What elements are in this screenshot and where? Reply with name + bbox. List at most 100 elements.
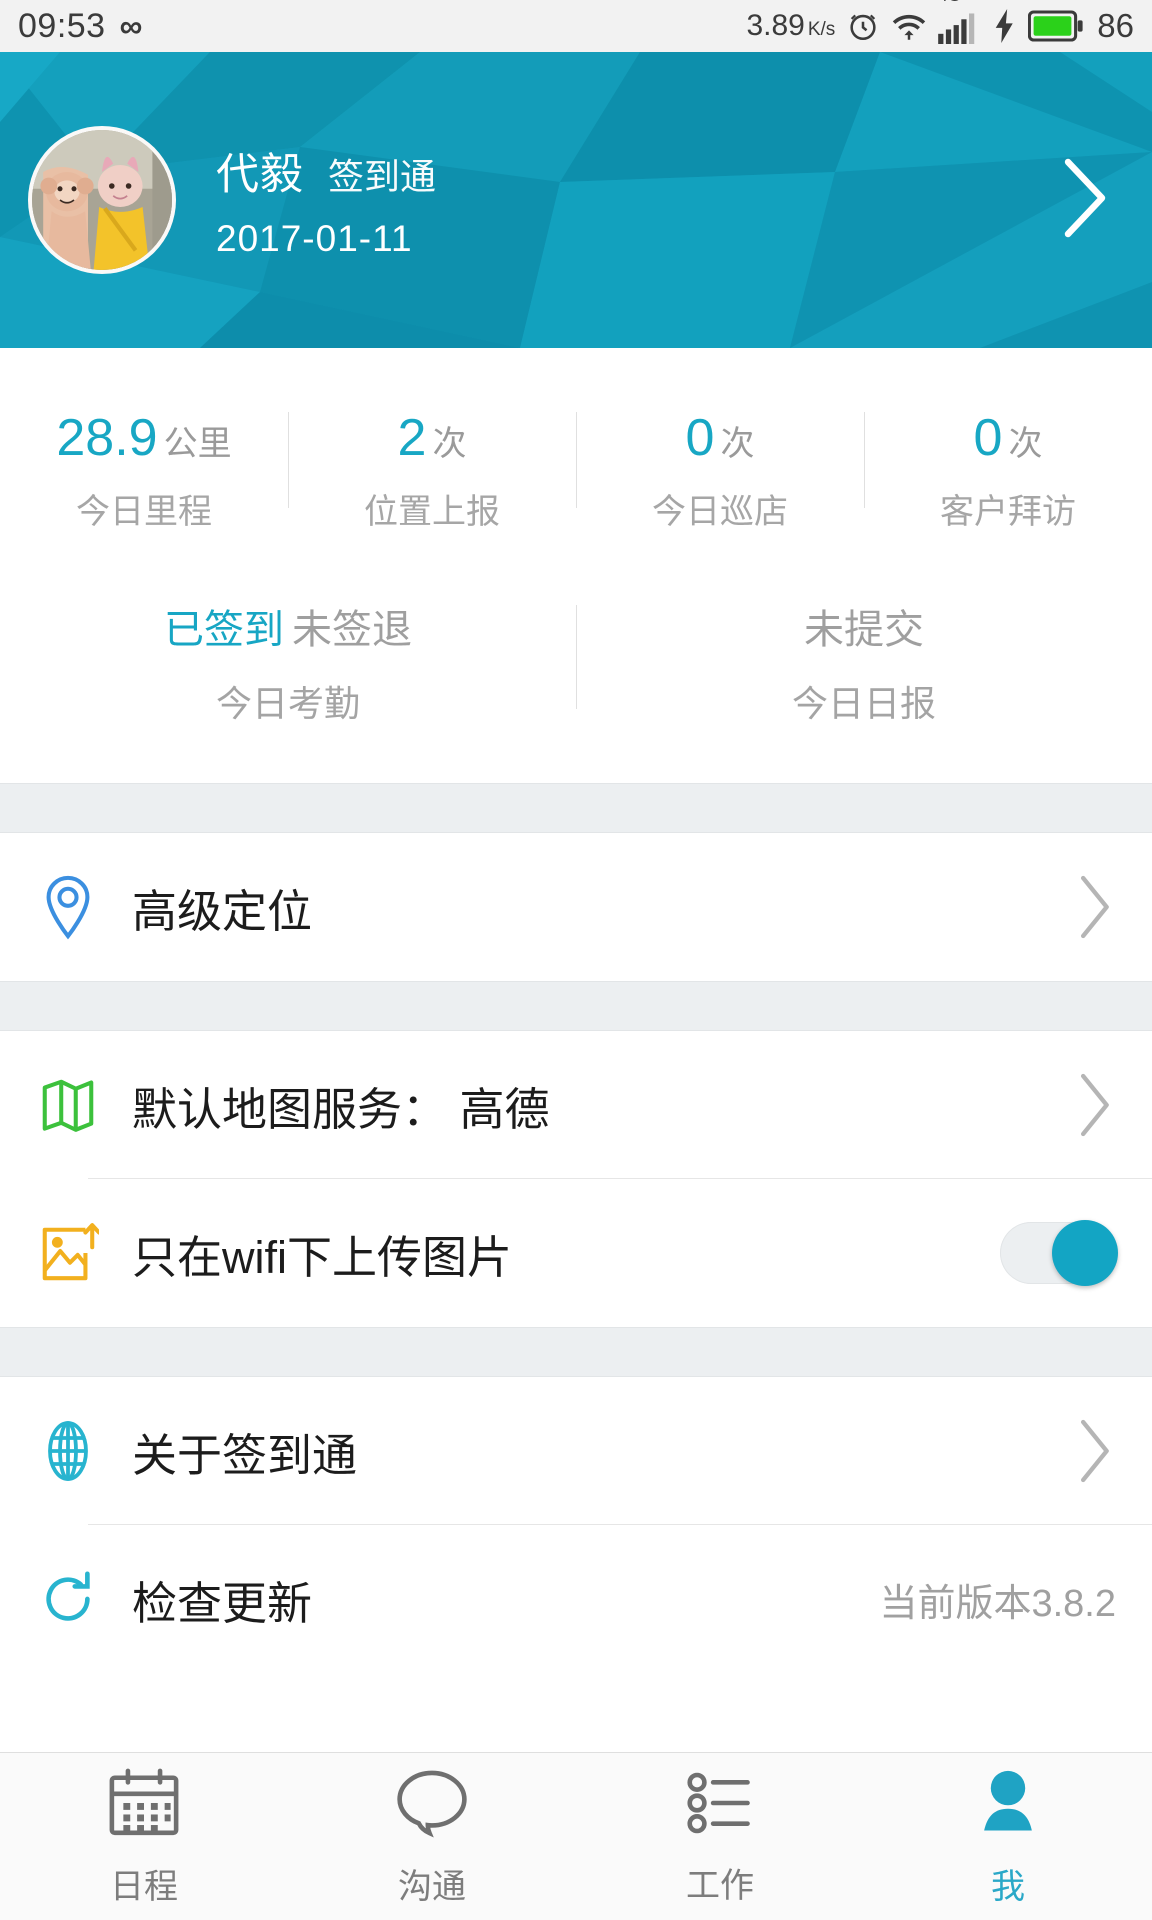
app-screen: 09:53 ∞ 3.89 K/s 4G <box>0 0 1152 1920</box>
alarm-clock-icon <box>846 9 880 43</box>
wifi-icon <box>891 10 927 42</box>
stat-item-mileage[interactable]: 28.9 公里 今日里程 <box>0 408 288 533</box>
settings-group-advanced-location: 高级定位 <box>0 833 1152 981</box>
settings-row-wifi-upload[interactable]: 只在wifi下上传图片 <box>0 1179 1152 1327</box>
attendance-item-today[interactable]: 已签到 未签退 今日考勤 <box>0 597 576 727</box>
chat-bubble-icon <box>392 1766 472 1845</box>
chevron-right-icon[interactable] <box>1072 869 1116 945</box>
battery-icon <box>1028 9 1084 43</box>
chevron-right-icon[interactable] <box>1052 148 1116 253</box>
stat-value: 0 <box>973 409 1003 467</box>
work-list-icon <box>681 1767 759 1844</box>
app-name: 签到通 <box>328 156 437 197</box>
settings-row-about[interactable]: 关于签到通 <box>0 1377 1152 1525</box>
section-divider <box>0 1327 1152 1377</box>
settings-row-default-map[interactable]: 默认地图服务： 高德 <box>0 1031 1152 1179</box>
stat-item-location-report[interactable]: 2 次 位置上报 <box>288 408 576 533</box>
stat-label: 位置上报 <box>364 493 500 531</box>
stat-value-row: 0 次 <box>864 408 1152 468</box>
signal-bars-icon: 4G <box>938 0 982 44</box>
network-speed-value: 3.89 <box>746 9 805 42</box>
image-upload-icon <box>34 1220 102 1286</box>
charging-bolt-icon <box>993 9 1017 43</box>
attendance-label: 今日考勤 <box>215 683 360 724</box>
stat-unit: 公里 <box>163 425 232 463</box>
tab-label: 沟通 <box>398 1867 466 1906</box>
stat-unit: 次 <box>720 425 755 463</box>
current-version-text: 当前版本3.8.2 <box>879 1582 1116 1625</box>
wifi-upload-toggle[interactable] <box>1000 1220 1118 1286</box>
stat-value: 2 <box>397 409 427 467</box>
stat-unit: 次 <box>1008 425 1043 463</box>
banner-text: 代毅 签到通 2017-01-11 <box>216 140 436 260</box>
report-status: 未提交 <box>804 608 924 652</box>
stat-value: 0 <box>685 409 715 467</box>
network-speed: 3.89 K/s <box>746 9 835 43</box>
banner-date: 2017-01-11 <box>216 218 413 259</box>
attendance-status-primary: 已签到 <box>164 608 284 652</box>
refresh-icon <box>34 1568 102 1630</box>
stat-label: 今日里程 <box>76 493 212 531</box>
settings-label: 默认地图服务： 高德 <box>132 1083 550 1135</box>
settings-row-right <box>1072 1067 1116 1143</box>
calendar-icon <box>105 1766 183 1845</box>
status-time: 09:53 <box>18 6 106 45</box>
tab-schedule[interactable]: 日程 <box>0 1753 288 1920</box>
avatar-image <box>32 130 172 270</box>
section-divider <box>0 783 1152 833</box>
infinity-icon: ∞ <box>119 8 143 44</box>
stat-item-store-visit[interactable]: 0 次 今日巡店 <box>576 408 864 533</box>
settings-row-right <box>1000 1220 1118 1286</box>
profile-banner[interactable]: 代毅 签到通 2017-01-11 <box>0 52 1152 348</box>
tab-me[interactable]: 我 <box>864 1753 1152 1920</box>
settings-label: 检查更新 <box>132 1577 313 1629</box>
stats-row: 28.9 公里 今日里程 2 次 位置上报 0 次 今日巡店 0 次 客户拜访 <box>0 348 1152 567</box>
battery-level: 86 <box>1097 7 1134 44</box>
settings-row-check-update[interactable]: 检查更新 当前版本3.8.2 <box>0 1525 1152 1673</box>
stat-unit: 次 <box>432 425 467 463</box>
network-speed-unit: K/s <box>807 19 836 40</box>
chevron-right-icon[interactable] <box>1072 1413 1116 1489</box>
report-label: 今日日报 <box>791 683 936 724</box>
settings-row-advanced-location[interactable]: 高级定位 <box>0 833 1152 981</box>
tab-work[interactable]: 工作 <box>576 1753 864 1920</box>
status-bar: 09:53 ∞ 3.89 K/s 4G <box>0 0 1152 52</box>
attendance-item-report[interactable]: 未提交 今日日报 <box>576 597 1152 727</box>
user-name: 代毅 <box>216 151 304 199</box>
location-pin-icon <box>34 874 102 940</box>
tab-label: 我 <box>991 1867 1025 1906</box>
settings-group-map-upload: 默认地图服务： 高德 只在wifi下上传图片 <box>0 1031 1152 1327</box>
settings-label: 只在wifi下上传图片 <box>132 1231 512 1283</box>
map-icon <box>34 1074 102 1136</box>
toggle-knob <box>1052 1220 1118 1286</box>
status-bar-right: 3.89 K/s 4G <box>746 0 1134 45</box>
attendance-status: 已签到 未签退 <box>0 597 576 655</box>
stat-value-row: 2 次 <box>288 408 576 468</box>
attendance-status: 未提交 <box>576 597 1152 655</box>
person-icon <box>969 1766 1047 1845</box>
stat-value-row: 28.9 公里 <box>0 408 288 468</box>
stat-value: 28.9 <box>56 409 158 467</box>
settings-row-right <box>1072 869 1116 945</box>
stat-item-customer-visit[interactable]: 0 次 客户拜访 <box>864 408 1152 533</box>
chevron-right-icon[interactable] <box>1072 1067 1116 1143</box>
banner-content: 代毅 签到通 2017-01-11 <box>0 52 1152 348</box>
stat-value-row: 0 次 <box>576 408 864 468</box>
stat-label: 今日巡店 <box>652 493 788 531</box>
status-bar-left: 09:53 ∞ <box>18 7 142 46</box>
stat-label: 客户拜访 <box>940 493 1076 531</box>
bottom-tab-bar: 日程 沟通 工作 我 <box>0 1752 1152 1920</box>
avatar[interactable] <box>28 126 176 274</box>
tab-label: 工作 <box>686 1866 754 1905</box>
section-divider <box>0 981 1152 1031</box>
globe-icon <box>34 1419 102 1483</box>
settings-label: 关于签到通 <box>132 1429 358 1481</box>
settings-row-right: 当前版本3.8.2 <box>879 1572 1116 1627</box>
settings-group-about: 关于签到通 检查更新 当前版本3.8.2 <box>0 1377 1152 1673</box>
attendance-status-secondary: 未签退 <box>292 608 412 652</box>
banner-name-row: 代毅 签到通 <box>216 140 436 202</box>
tab-communication[interactable]: 沟通 <box>288 1753 576 1920</box>
tab-label: 日程 <box>110 1867 178 1906</box>
attendance-row: 已签到 未签退 今日考勤 未提交 今日日报 <box>0 567 1152 783</box>
settings-row-right <box>1072 1413 1116 1489</box>
